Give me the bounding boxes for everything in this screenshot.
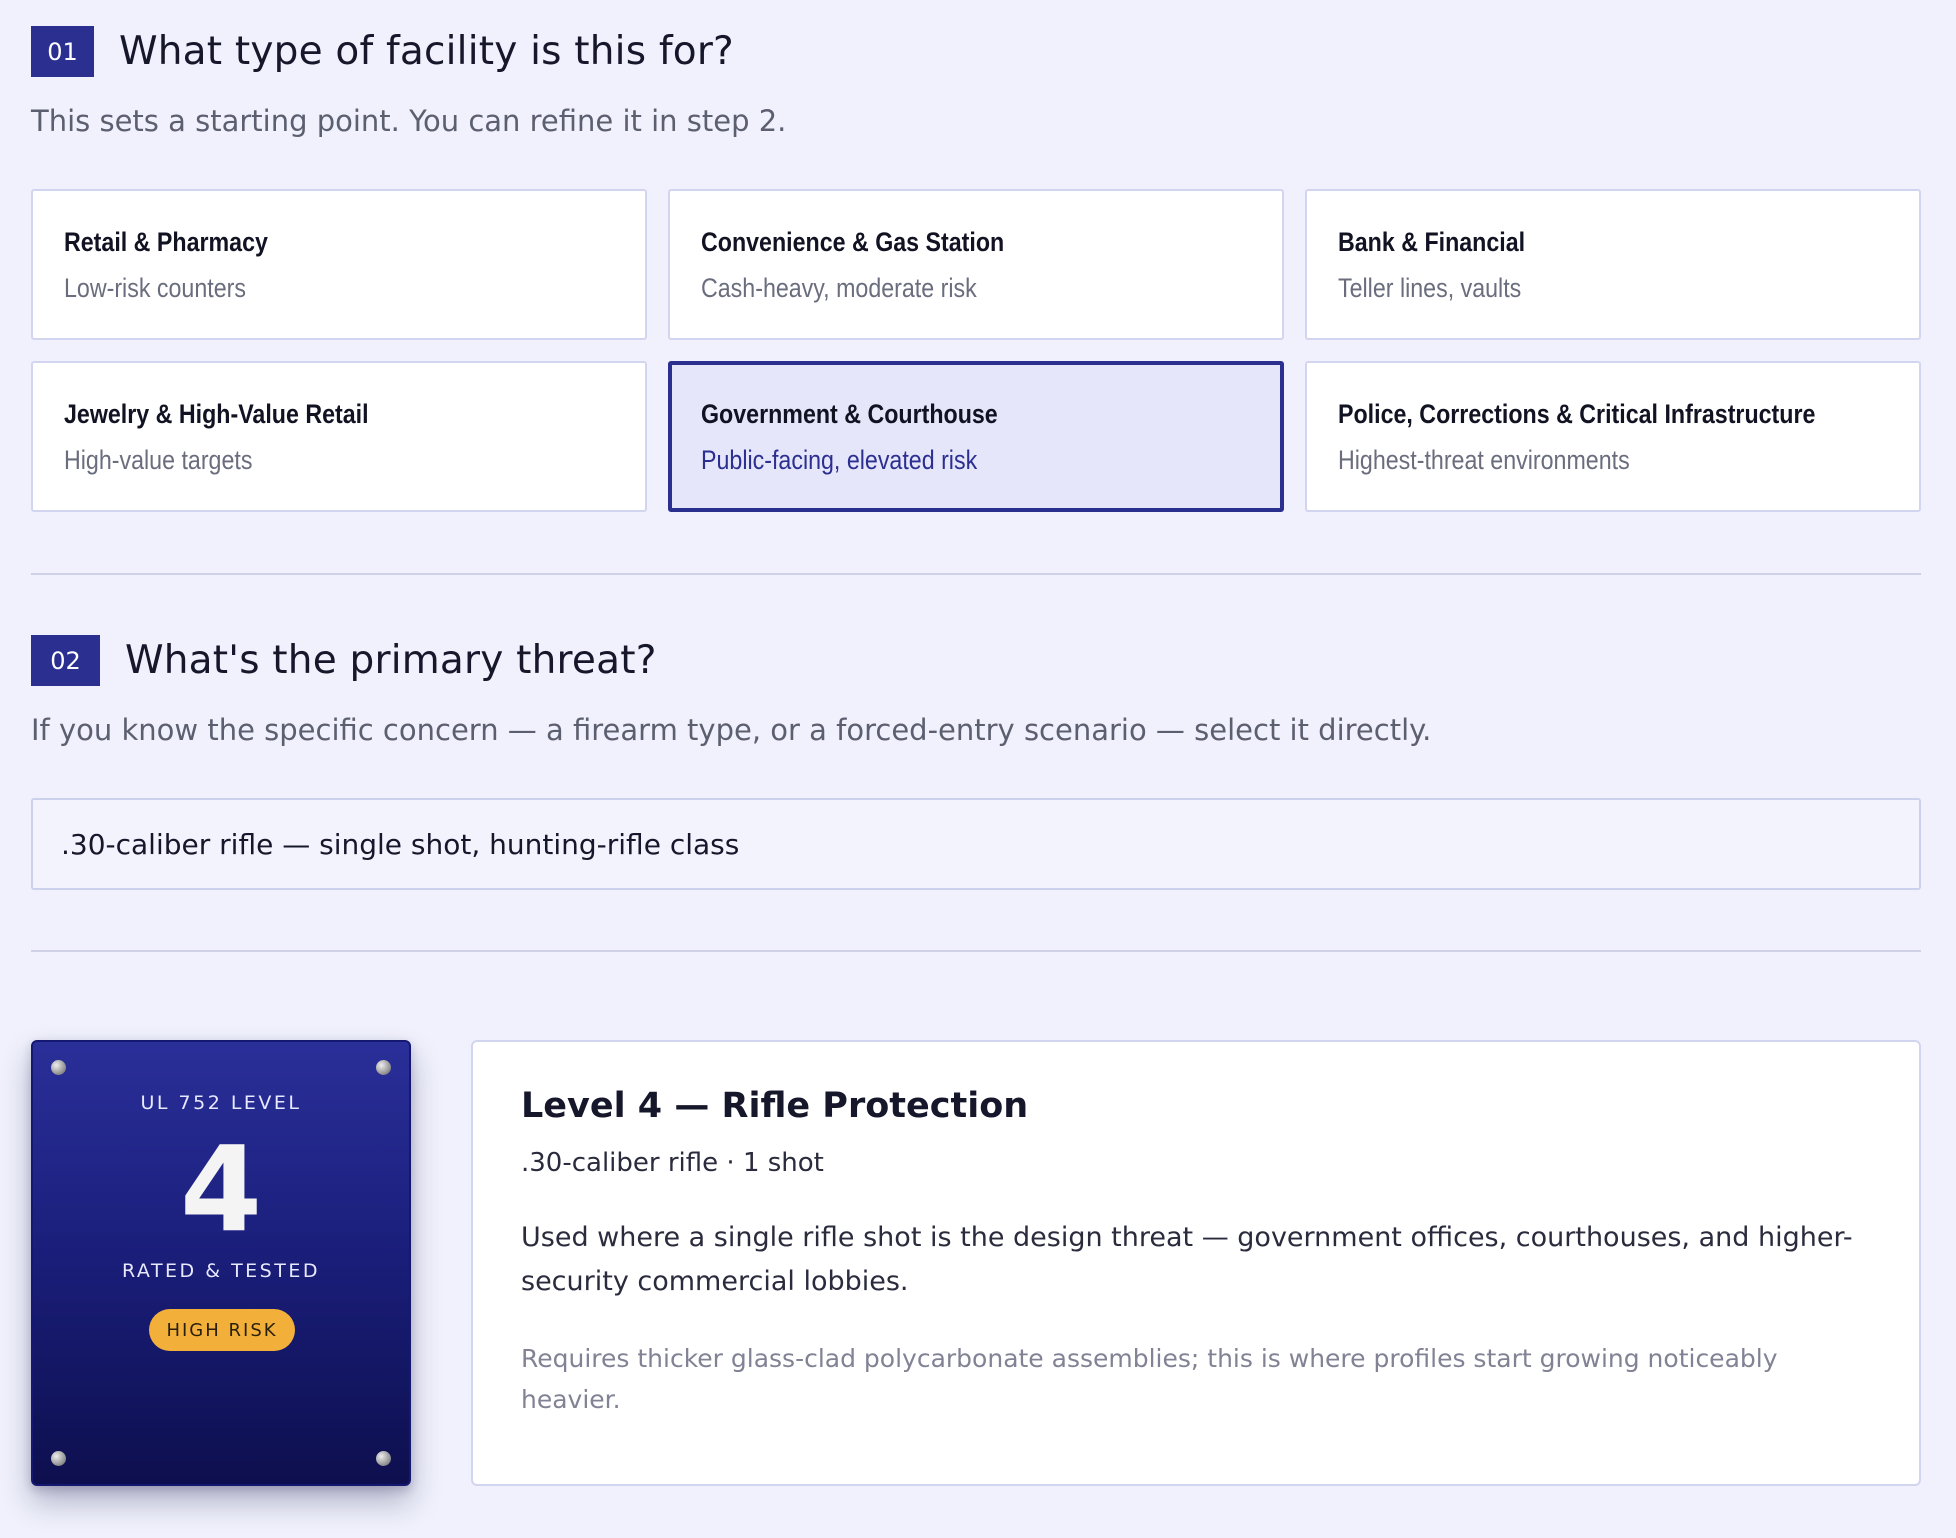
facility-option-title: Bank & Financial (1338, 227, 1526, 257)
facility-option-title: Government & Courthouse (701, 399, 998, 429)
facility-option-title: Convenience & Gas Station (701, 227, 1005, 257)
facility-option-desc: High-value targets (64, 445, 253, 475)
protection-spec: .30-caliber rifle · 1 shot (521, 1148, 824, 1178)
facility-option-title: Police, Corrections & Critical Infrastru… (1338, 399, 1816, 429)
badge-rated-label: RATED & TESTED (121, 1260, 320, 1282)
facility-option-jewelry[interactable]: Jewelry & High-Value Retail High-value t… (31, 361, 647, 512)
step-2-subtitle: If you know the specific concern — a fir… (31, 713, 1432, 747)
facility-option-government-courthouse[interactable]: Government & Courthouse Public-facing, e… (668, 361, 1284, 512)
facility-option-desc: Low-risk counters (64, 273, 246, 303)
risk-badge: HIGH RISK (149, 1309, 295, 1351)
rivet-icon (51, 1451, 66, 1466)
protection-note: Requires thicker glass-clad polycarbonat… (521, 1344, 1778, 1414)
facility-option-convenience-gas[interactable]: Convenience & Gas Station Cash-heavy, mo… (668, 189, 1284, 340)
protection-detail-card: Level 4 — Rifle Protection .30-caliber r… (471, 1040, 1921, 1486)
ul-level-badge: UL 752 LEVEL 4 RATED & TESTED HIGH RISK (31, 1040, 411, 1486)
threat-select-value: .30-caliber rifle — single shot, hunting… (61, 827, 740, 861)
step-1-subtitle: This sets a starting point. You can refi… (31, 104, 787, 138)
rivet-icon (376, 1060, 391, 1075)
step-1-number: 01 (31, 26, 94, 77)
page: 01 What type of facility is this for? Th… (0, 0, 1956, 1538)
rivet-icon (376, 1451, 391, 1466)
step-1-title: What type of facility is this for? (119, 29, 734, 74)
facility-option-title: Jewelry & High-Value Retail (64, 399, 369, 429)
step-1-header: 01 What type of facility is this for? (31, 26, 734, 77)
facility-option-police-corrections[interactable]: Police, Corrections & Critical Infrastru… (1305, 361, 1921, 512)
facility-option-desc: Cash-heavy, moderate risk (701, 273, 977, 303)
facility-option-bank-financial[interactable]: Bank & Financial Teller lines, vaults (1305, 189, 1921, 340)
badge-level-number: 4 (179, 1120, 263, 1258)
threat-select[interactable]: .30-caliber rifle — single shot, hunting… (31, 798, 1921, 890)
protection-description: Used where a single rifle shot is the de… (521, 1222, 1853, 1297)
facility-options: Retail & Pharmacy Low-risk counters Conv… (31, 189, 1921, 512)
section-divider (31, 573, 1921, 575)
section-divider (31, 950, 1921, 952)
facility-option-title: Retail & Pharmacy (64, 227, 268, 257)
badge-level-label: UL 752 LEVEL (140, 1092, 302, 1114)
step-2-number: 02 (31, 635, 100, 686)
step-2-title: What's the primary threat? (125, 638, 657, 683)
facility-option-desc: Teller lines, vaults (1338, 273, 1522, 303)
facility-option-desc: Highest-threat environments (1338, 445, 1630, 475)
protection-title: Level 4 — Rifle Protection (521, 1086, 1029, 1126)
facility-option-retail-pharmacy[interactable]: Retail & Pharmacy Low-risk counters (31, 189, 647, 340)
facility-option-desc: Public-facing, elevated risk (701, 445, 978, 475)
rivet-icon (51, 1060, 66, 1075)
step-2-header: 02 What's the primary threat? (31, 635, 657, 686)
